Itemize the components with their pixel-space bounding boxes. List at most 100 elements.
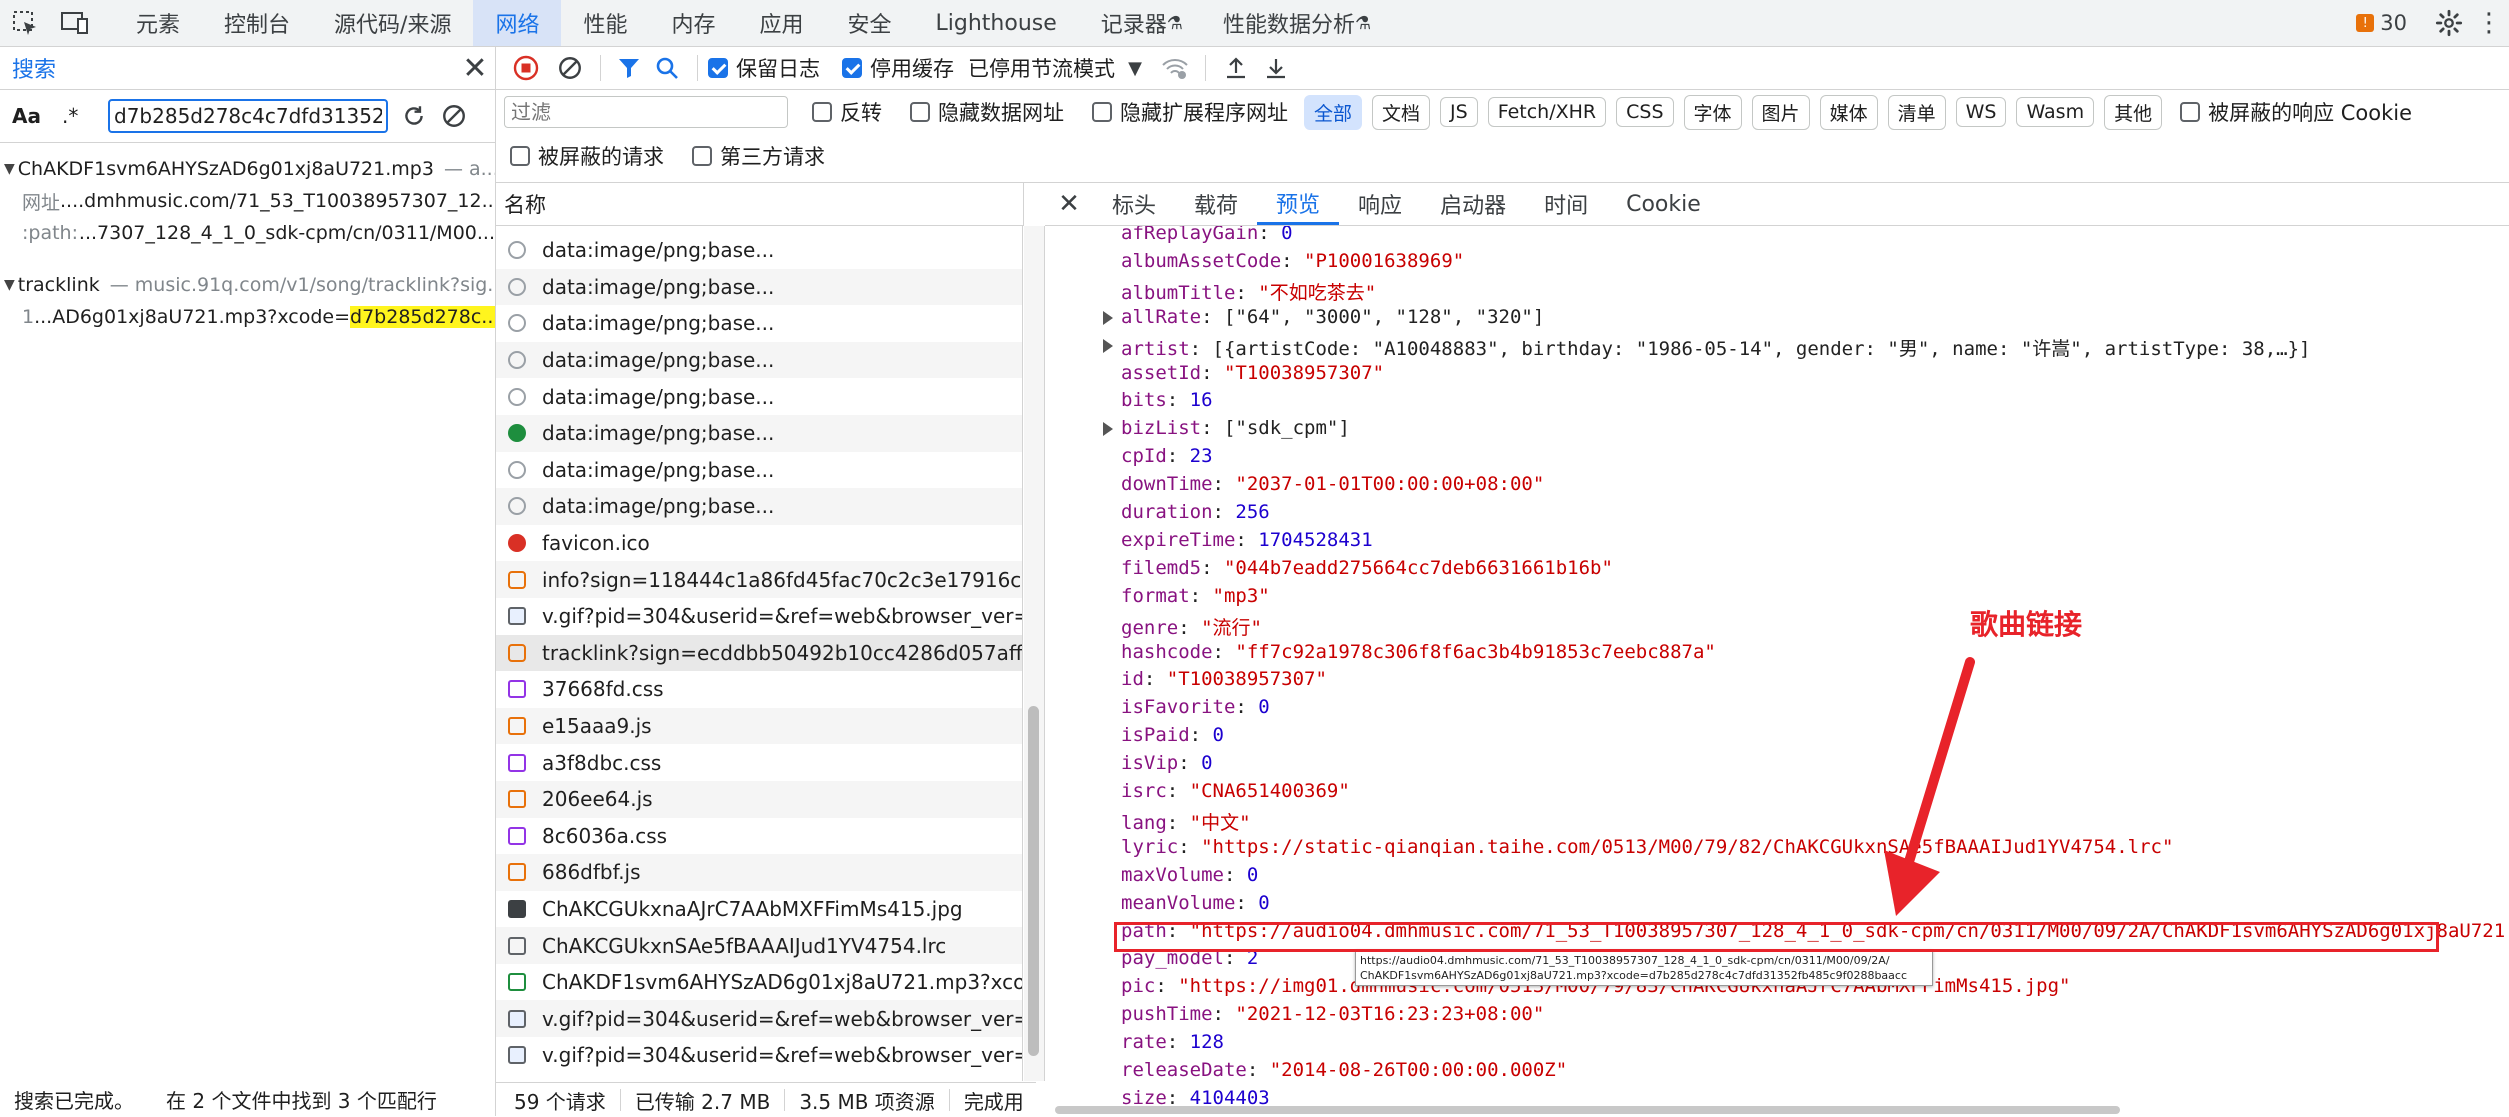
expand-triangle-icon[interactable] xyxy=(1103,311,1113,325)
panel-tab-8[interactable]: Lighthouse xyxy=(914,0,1079,46)
json-property[interactable]: rate: 128 xyxy=(1121,1031,1224,1053)
device-toolbar-icon[interactable] xyxy=(50,0,100,46)
json-property[interactable]: bizList: ["sdk_cpm"] xyxy=(1121,417,1350,439)
request-row[interactable]: ChAKCGUkxnaAJrC7AAbMXFFimMs415.jpg xyxy=(496,891,1022,928)
type-chip-8[interactable]: 清单 xyxy=(1888,95,1946,130)
type-chip-10[interactable]: Wasm xyxy=(2016,97,2094,127)
chevron-down-icon[interactable]: ▼ xyxy=(1115,58,1155,79)
match-case-toggle[interactable]: Aa xyxy=(12,104,52,128)
detail-tab-4[interactable]: 启动器 xyxy=(1421,183,1525,225)
json-property[interactable]: filemd5: "044b7eadd275664cc7deb6631661b1… xyxy=(1121,557,1613,579)
json-property[interactable]: maxVolume: 0 xyxy=(1121,864,1258,886)
request-row[interactable]: 8c6036a.css xyxy=(496,818,1022,855)
request-row[interactable]: tracklink?sign=ecddbb50492b10cc4286d057a… xyxy=(496,635,1022,672)
request-row[interactable]: data:image/png;base... xyxy=(496,232,1022,269)
export-har-icon[interactable] xyxy=(1256,50,1296,86)
hide-data-urls-checkbox[interactable] xyxy=(910,102,930,122)
json-property[interactable]: meanVolume: 0 xyxy=(1121,892,1270,914)
refresh-search-icon[interactable] xyxy=(394,96,434,136)
type-chip-2[interactable]: JS xyxy=(1440,97,1478,127)
json-property[interactable]: downTime: "2037-01-01T00:00:00+08:00" xyxy=(1121,473,1544,495)
expand-triangle-icon[interactable] xyxy=(1103,339,1113,353)
type-chip-3[interactable]: Fetch/XHR xyxy=(1488,97,1606,127)
issues-count[interactable]: 30 xyxy=(2380,11,2407,35)
panel-tab-3[interactable]: 网络 xyxy=(473,0,561,46)
request-row[interactable]: favicon.ico xyxy=(496,525,1022,562)
search-result-line[interactable]: 网址 ....dmhmusic.com/71_53_T10038957307_1… xyxy=(0,185,495,217)
import-har-icon[interactable] xyxy=(1216,50,1256,86)
request-row[interactable]: e15aaa9.js xyxy=(496,708,1022,745)
json-property[interactable]: assetId: "T10038957307" xyxy=(1121,362,1384,384)
search-icon[interactable] xyxy=(647,50,687,86)
request-row[interactable]: v.gif?pid=304&userid=&ref=web&browser_ve… xyxy=(496,1037,1022,1074)
invert-checkbox[interactable] xyxy=(812,102,832,122)
inspect-element-icon[interactable] xyxy=(0,0,50,46)
request-row[interactable]: 206ee64.js xyxy=(496,781,1022,818)
throttle-select[interactable]: 已停用节流模式 xyxy=(968,53,1115,83)
panel-tab-0[interactable]: 元素 xyxy=(114,0,202,46)
request-row[interactable]: info?sign=118444c1a86fd45fac70c2c3e17916… xyxy=(496,561,1022,598)
json-property[interactable]: hashcode: "ff7c92a1978c306f8f6ac3b4b9185… xyxy=(1121,641,1716,663)
json-property[interactable]: bits: 16 xyxy=(1121,389,1213,411)
request-row[interactable]: v.gif?pid=304&userid=&ref=web&browser_ve… xyxy=(496,598,1022,635)
type-chip-4[interactable]: CSS xyxy=(1616,97,1673,127)
type-chip-5[interactable]: 字体 xyxy=(1684,95,1742,130)
panel-tab-4[interactable]: 性能 xyxy=(561,0,649,46)
search-input[interactable] xyxy=(108,99,388,133)
json-property[interactable]: cpId: 23 xyxy=(1121,445,1213,467)
blocked-requests-checkbox[interactable] xyxy=(510,146,530,166)
json-property[interactable]: lyric: "https://static-qianqian.taihe.co… xyxy=(1121,836,2173,858)
preview-horizontal-scrollbar[interactable] xyxy=(1055,1106,2120,1114)
json-property[interactable]: genre: "流行" xyxy=(1121,613,1262,640)
search-result-line[interactable]: :path: ...7307_128_4_1_0_sdk-cpm/cn/0311… xyxy=(0,217,495,249)
panel-tab-1[interactable]: 控制台 xyxy=(202,0,312,46)
filter-input[interactable] xyxy=(504,96,788,128)
detail-tab-5[interactable]: 时间 xyxy=(1525,183,1607,225)
request-row[interactable]: data:image/png;base... xyxy=(496,415,1022,452)
json-property[interactable]: isrc: "CNA651400369" xyxy=(1121,780,1350,802)
clear-search-icon[interactable] xyxy=(434,96,474,136)
type-chip-0[interactable]: 全部 xyxy=(1304,95,1362,130)
search-result-line[interactable]: 1 ...AD6g01xj8aU721.mp3?xcode=d7b285d278… xyxy=(0,301,495,333)
request-row[interactable]: data:image/png;base... xyxy=(496,378,1022,415)
request-row[interactable]: ChAKDF1svm6AHYSzAD6g01xj8aU721.mp3?xcod.… xyxy=(496,964,1022,1001)
detail-tab-3[interactable]: 响应 xyxy=(1339,183,1421,225)
more-options-icon[interactable]: ⋮ xyxy=(2469,0,2509,46)
request-row[interactable]: data:image/png;base... xyxy=(496,488,1022,525)
json-property[interactable]: albumTitle: "不如吃茶去" xyxy=(1121,278,1376,305)
json-property[interactable]: releaseDate: "2014-08-26T00:00:00.000Z" xyxy=(1121,1059,1567,1081)
json-property[interactable]: albumAssetCode: "P10001638969" xyxy=(1121,250,1464,272)
search-result-file[interactable]: ▼ ChAKDF1svm6AHYSzAD6g01xj8aU721.mp3 — a… xyxy=(0,153,495,185)
request-row[interactable]: data:image/png;base... xyxy=(496,342,1022,379)
request-row[interactable]: 37668fd.css xyxy=(496,671,1022,708)
request-row[interactable]: data:image/png;base... xyxy=(496,452,1022,489)
json-property[interactable]: isVip: 0 xyxy=(1121,752,1213,774)
detail-tab-0[interactable]: 标头 xyxy=(1093,183,1175,225)
panel-tab-6[interactable]: 应用 xyxy=(738,0,826,46)
json-property[interactable]: expireTime: 1704528431 xyxy=(1121,529,1373,551)
json-property[interactable]: duration: 256 xyxy=(1121,501,1270,523)
panel-tab-5[interactable]: 内存 xyxy=(649,0,737,46)
json-property[interactable]: allRate: ["64", "3000", "128", "320"] xyxy=(1121,306,1544,328)
type-chip-11[interactable]: 其他 xyxy=(2104,95,2162,130)
request-row[interactable]: a3f8dbc.css xyxy=(496,744,1022,781)
request-row[interactable]: 686dfbf.js xyxy=(496,854,1022,891)
json-property[interactable]: lang: "中文" xyxy=(1121,808,1251,835)
json-property[interactable]: artist: [{artistCode: "A10048883", birth… xyxy=(1121,334,2310,361)
request-row[interactable]: ChAKCGUkxnSAe5fBAAAIJud1YV4754.lrc xyxy=(496,927,1022,964)
panel-tab-2[interactable]: 源代码/来源 xyxy=(312,0,473,46)
issues-warning-icon[interactable]: ! xyxy=(2356,14,2374,32)
request-list-header[interactable]: 名称 xyxy=(496,183,1024,226)
record-stop-icon[interactable] xyxy=(508,50,544,86)
filter-icon[interactable] xyxy=(611,50,647,86)
settings-gear-icon[interactable] xyxy=(2429,0,2469,46)
detail-tab-1[interactable]: 载荷 xyxy=(1175,183,1257,225)
json-property[interactable]: id: "T10038957307" xyxy=(1121,668,1327,690)
blocked-cookies-checkbox[interactable] xyxy=(2180,102,2200,122)
clear-log-icon[interactable] xyxy=(550,50,590,86)
close-search-icon[interactable]: ✕ xyxy=(455,48,495,88)
json-property[interactable]: pushTime: "2021-12-03T16:23:23+08:00" xyxy=(1121,1003,1544,1025)
scrollbar-thumb[interactable] xyxy=(1028,706,1039,1056)
json-property[interactable]: format: "mp3" xyxy=(1121,585,1270,607)
third-party-checkbox[interactable] xyxy=(692,146,712,166)
